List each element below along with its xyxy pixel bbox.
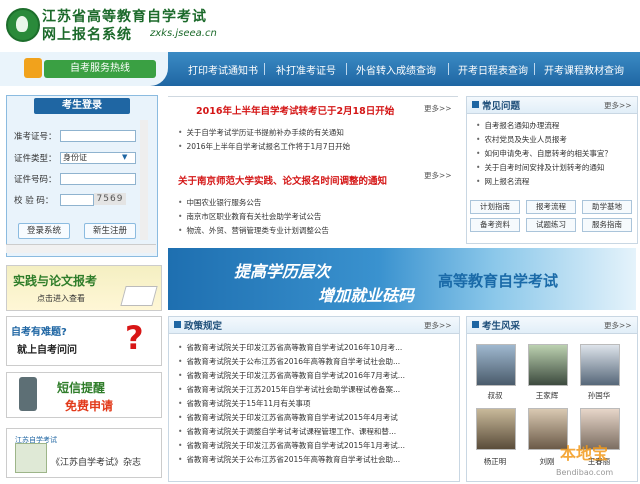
nav-divider — [264, 63, 265, 75]
site-subtitle: 网上报名系统 — [42, 27, 132, 43]
faq-title: 常见问题 — [482, 101, 521, 112]
register-button[interactable]: 新生注册 — [84, 223, 136, 239]
student-photo[interactable] — [476, 344, 516, 386]
news-item[interactable]: 关于自学考试学历证书提前补办手续的有关通知 — [178, 127, 418, 138]
nav-divider — [346, 63, 347, 75]
nav-reprint-ticket[interactable]: 补打准考证号 — [276, 62, 336, 77]
sms-banner[interactable]: 短信提醒 免费申请 — [6, 372, 162, 418]
policy-more[interactable]: 更多>> — [424, 320, 452, 331]
site-title: 江苏省高等教育自学考试 — [42, 9, 207, 25]
nav-course-books[interactable]: 开考课程教材查询 — [544, 62, 624, 77]
news-item[interactable]: 南京市区职业教育有关社会助学考试公告 — [178, 211, 418, 222]
faq-button-practice[interactable]: 试题练习 — [526, 218, 576, 232]
practice-thesis-banner[interactable]: 实践与论文报考 点击进入查看 — [6, 265, 162, 311]
ticket-number-input[interactable] — [60, 130, 136, 142]
mobile-phone-icon — [19, 377, 37, 411]
faq-button-flow[interactable]: 报考流程 — [526, 200, 576, 214]
ask-banner-line1: 自考有难题? — [11, 327, 67, 338]
captcha-image[interactable]: 7569 — [94, 193, 126, 205]
ticket-label: 准考证号： — [14, 132, 57, 142]
nav-divider — [448, 63, 449, 75]
news-more-1[interactable]: 更多>> — [424, 103, 452, 114]
nav-transfer-score[interactable]: 外省转入成绩查询 — [356, 62, 436, 77]
faq-item[interactable]: 自考报名通知办理流程 — [476, 120, 559, 131]
student-photo[interactable] — [476, 408, 516, 450]
policy-item[interactable]: 省教育考试院关于调整自学考试考试课程管理工作、课程和替... — [178, 426, 418, 437]
nav-print-notice[interactable]: 打印考试通知书 — [188, 62, 258, 77]
id-number-input[interactable] — [60, 173, 136, 185]
nav-divider — [534, 63, 535, 75]
practice-banner-link[interactable]: 点击进入查看 — [37, 293, 85, 304]
login-horizontal-scrollbar[interactable] — [6, 244, 156, 253]
phone-icon — [24, 58, 42, 78]
student-name: 杨正明 — [483, 457, 507, 466]
ask-banner-line2: 就上自考问问 — [17, 345, 77, 356]
faq-item[interactable]: 如何申请免考、自愿转考的相关事宜？ — [476, 148, 612, 159]
faq-item[interactable]: 农村党员及失业人员报考 — [476, 134, 567, 145]
chevron-down-icon[interactable]: ▼ — [122, 153, 127, 161]
news-headline-2[interactable]: 关于南京师范大学实践、论文报名时间调整的通知 — [178, 173, 387, 187]
policy-item[interactable]: 省教育考试院关于15年11月有关事项 — [178, 398, 418, 409]
captcha-label: 校 验 码： — [14, 196, 54, 206]
gallery-more[interactable]: 更多>> — [604, 320, 632, 331]
square-bullet-icon — [472, 101, 479, 108]
square-bullet-icon — [472, 321, 479, 328]
login-title: 考生登录 — [34, 98, 130, 114]
faq-item[interactable]: 网上报名流程 — [476, 176, 529, 187]
news-item[interactable]: 物流、外贸、营销管理类专业计划调整公告 — [178, 225, 418, 236]
sms-banner-title: 短信提醒 — [57, 381, 106, 395]
faq-button-guide[interactable]: 服务指南 — [582, 218, 632, 232]
site-url: zxks.jseea.cn — [150, 28, 217, 39]
exam-logo-icon[interactable] — [6, 8, 40, 42]
news-more-2[interactable]: 更多>> — [424, 170, 452, 181]
policy-item[interactable]: 省教育考试院关于江苏2015年自学考试社会助学课程试卷备案... — [178, 384, 418, 395]
magazine-cover-icon — [15, 443, 47, 473]
student-photo[interactable] — [580, 344, 620, 386]
news-top-divider — [168, 96, 458, 97]
id-type-label: 证件类型： — [14, 154, 57, 164]
news-item[interactable]: 中国农业银行服务公告 — [178, 197, 418, 208]
hotline-button[interactable]: 自考服务热线 — [44, 60, 156, 78]
ask-banner[interactable]: 自考有难题? 就上自考问问 ? — [6, 316, 162, 366]
news-item[interactable]: 2016年上半年自学考试报名工作将于1月7日开始 — [178, 141, 418, 152]
policy-item[interactable]: 省教育考试院关于印发江苏省高等教育自学考试2015年4月考试 — [178, 412, 418, 423]
question-mark-icon: ? — [125, 319, 144, 357]
faq-item[interactable]: 关于自考时间安排及计划转考的通知 — [476, 162, 604, 173]
policy-item[interactable]: 省教育考试院关于公布江苏省2016年高等教育自学考试社会助... — [178, 356, 418, 367]
student-name: 王家辉 — [535, 391, 559, 400]
watermark-logo: 本地宝 — [560, 444, 609, 463]
magazine-banner[interactable]: 江苏自学考试 《江苏自学考试》杂志 — [6, 428, 162, 478]
promo-line-1: 提高学历层次 — [234, 262, 331, 281]
id-number-label: 证件号码： — [14, 175, 57, 185]
policy-title: 政策规定 — [184, 321, 223, 332]
login-vertical-scrollbar[interactable] — [140, 120, 148, 240]
square-bullet-icon — [174, 321, 181, 328]
policy-item[interactable]: 省教育考试院关于印发江苏省高等教育自学考试2016年10月考... — [178, 342, 418, 353]
sms-banner-sub: 免费申请 — [65, 399, 114, 413]
watermark-site: Bendibao.com — [556, 468, 614, 477]
book-icon — [120, 286, 158, 306]
student-name: 孙国华 — [587, 391, 611, 400]
captcha-input[interactable] — [60, 194, 94, 206]
faq-button-plan[interactable]: 计划指南 — [470, 200, 520, 214]
practice-banner-title: 实践与论文报考 — [13, 274, 98, 288]
policy-item[interactable]: 省教育考试院关于印发江苏省高等教育自学考试2015年1月考试... — [178, 440, 418, 451]
policy-item[interactable]: 省教育考试院关于印发江苏省高等教育自学考试2016年7月考试... — [178, 370, 418, 381]
faq-button-files[interactable]: 备考资料 — [470, 218, 520, 232]
student-photo[interactable] — [528, 344, 568, 386]
faq-button-base[interactable]: 助学基地 — [582, 200, 632, 214]
faq-more[interactable]: 更多>> — [604, 100, 632, 111]
promo-line-2: 增加就业砝码 — [318, 286, 415, 305]
promo-line-3: 高等教育自学考试 — [438, 272, 559, 290]
policy-item[interactable]: 省教育考试院关于公布江苏省2015年高等教育自学考试社会助... — [178, 454, 418, 465]
login-button[interactable]: 登录系统 — [18, 223, 70, 239]
gallery-title: 考生风采 — [482, 321, 521, 332]
student-name: 叔叔 — [487, 391, 503, 400]
nav-exam-schedule[interactable]: 开考日程表查询 — [458, 62, 528, 77]
news-headline-1[interactable]: 2016年上半年自学考试转考已于2月18日开始 — [196, 103, 394, 117]
magazine-text: 《江苏自学考试》杂志 — [51, 458, 142, 468]
